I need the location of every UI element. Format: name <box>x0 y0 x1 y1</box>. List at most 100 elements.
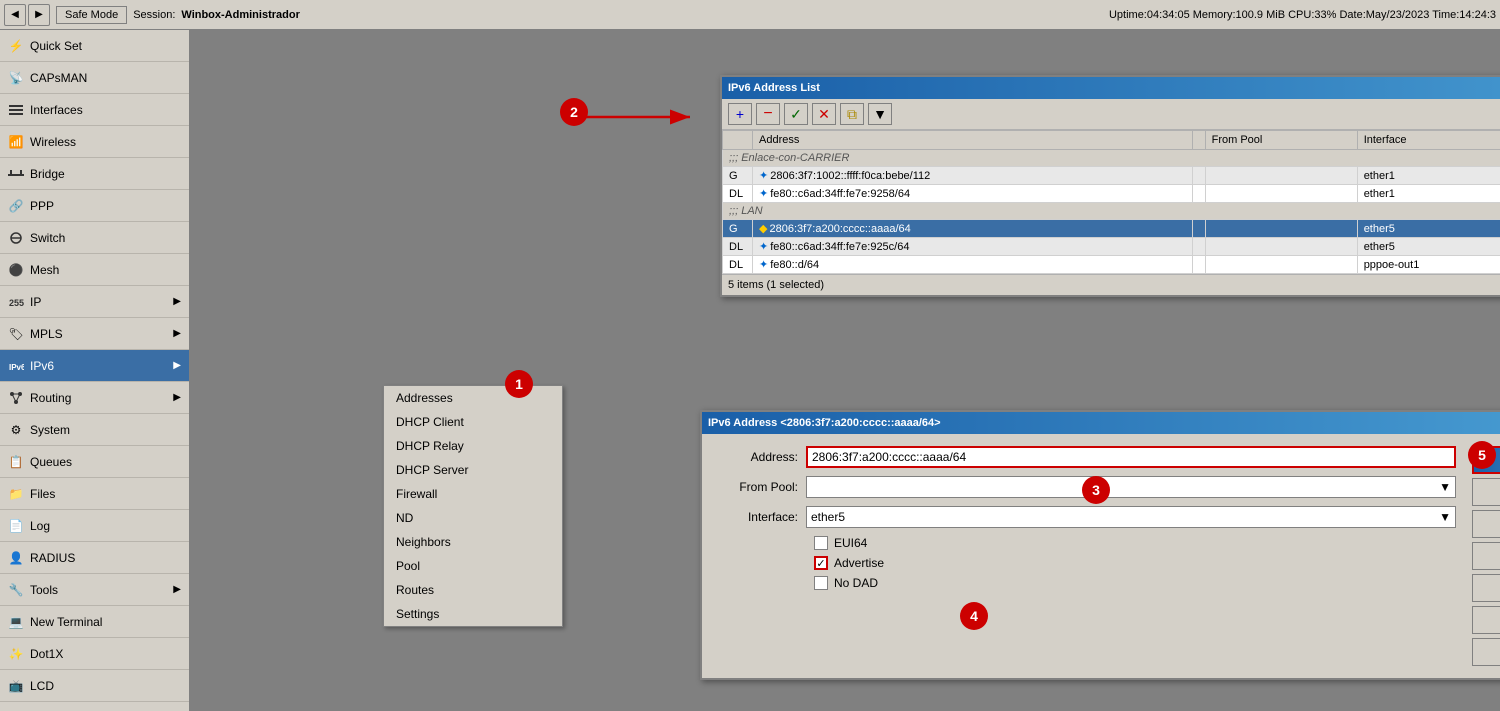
mpls-icon: 🏷 <box>8 326 24 342</box>
safe-mode-button[interactable]: Safe Mode <box>56 6 127 24</box>
ipv6-form-titlebar[interactable]: IPv6 Address <2806:3f7:a200:cccc::aaaa/6… <box>702 412 1500 434</box>
sidebar-item-quick-set[interactable]: ⚡ Quick Set <box>0 30 189 62</box>
from-pool-label: From Pool: <box>718 480 798 494</box>
enable-button[interactable]: ✓ <box>784 103 808 125</box>
sidebar-item-lcd[interactable]: 📺 LCD <box>0 670 189 702</box>
sidebar-label: RADIUS <box>30 551 181 565</box>
row-flag: G <box>723 167 753 185</box>
sidebar-item-bridge[interactable]: Bridge <box>0 158 189 190</box>
row-pool <box>1205 238 1357 256</box>
address-field[interactable] <box>806 446 1456 468</box>
disable-button[interactable]: ✕ <box>812 103 836 125</box>
col-sep1 <box>1192 131 1205 150</box>
menu-item-pool[interactable]: Pool <box>384 554 562 578</box>
filter-button[interactable]: ▼ <box>868 103 892 125</box>
no-dad-checkbox[interactable] <box>814 576 828 590</box>
sidebar-item-ipv6[interactable]: IPv6 IPv6 ▶ <box>0 350 189 382</box>
sidebar-item-queues[interactable]: 📋 Queues <box>0 446 189 478</box>
apply-button[interactable]: Apply <box>1472 510 1500 538</box>
row-sep <box>1192 167 1205 185</box>
table-row[interactable]: DL ✦fe80::c6ad:34ff:fe7e:925c/64 ether5 … <box>723 238 1500 256</box>
sidebar-label: Wireless <box>30 135 181 149</box>
table-row[interactable]: DL ✦fe80::c6ad:34ff:fe7e:9258/64 ether1 … <box>723 185 1500 203</box>
col-address[interactable]: Address <box>753 131 1193 150</box>
menu-item-routes[interactable]: Routes <box>384 578 562 602</box>
remove-button[interactable]: Remove <box>1472 638 1500 666</box>
system-icon: ⚙ <box>8 422 24 438</box>
ipv6-list-window: IPv6 Address List □ ✕ + − ✓ ✕ ⧉ ▼ ▼ <box>720 75 1500 297</box>
sidebar-item-radius[interactable]: 👤 RADIUS <box>0 542 189 574</box>
back-button[interactable]: ◀ <box>4 4 26 26</box>
address-label: Address: <box>718 450 798 464</box>
sidebar-item-new-terminal[interactable]: 💻 New Terminal <box>0 606 189 638</box>
row-sep <box>1192 220 1205 238</box>
sidebar-label: Interfaces <box>30 103 181 117</box>
menu-item-dhcp-server[interactable]: DHCP Server <box>384 458 562 482</box>
sidebar-item-wireless[interactable]: 📶 Wireless <box>0 126 189 158</box>
sidebar-item-interfaces[interactable]: Interfaces <box>0 94 189 126</box>
sidebar-item-mpls[interactable]: 🏷 MPLS ▶ <box>0 318 189 350</box>
badge-1: 1 <box>505 370 533 398</box>
routing-arrow: ▶ <box>173 392 181 403</box>
sidebar-item-dot1x[interactable]: ✨ Dot1X <box>0 638 189 670</box>
sidebar-item-log[interactable]: 📄 Log <box>0 510 189 542</box>
advertise-checkbox[interactable]: ✓ <box>814 556 828 570</box>
add-button[interactable]: + <box>728 103 752 125</box>
interface-select[interactable]: ether5 ▼ <box>806 506 1456 528</box>
menu-item-dhcp-client[interactable]: DHCP Client <box>384 410 562 434</box>
menu-item-neighbors[interactable]: Neighbors <box>384 530 562 554</box>
sidebar-item-mesh[interactable]: ⚫ Mesh <box>0 254 189 286</box>
menu-item-nd[interactable]: ND <box>384 506 562 530</box>
interface-value: ether5 <box>811 510 845 524</box>
table-row[interactable]: DL ✦fe80::d/64 pppoe-out1 no <box>723 256 1500 274</box>
sidebar-item-ip[interactable]: 255 IP ▶ <box>0 286 189 318</box>
badge-2: 2 <box>560 98 588 126</box>
sidebar-item-tools[interactable]: 🔧 Tools ▶ <box>0 574 189 606</box>
svg-text:IPv6: IPv6 <box>9 363 24 372</box>
table-row[interactable]: G ✦2806:3f7:1002::ffff:f0ca:bebe/112 eth… <box>723 167 1500 185</box>
ipv6-list-titlebar[interactable]: IPv6 Address List □ ✕ <box>722 77 1500 99</box>
interface-label: Interface: <box>718 510 798 524</box>
sidebar-item-capsman[interactable]: 📡 CAPsMAN <box>0 62 189 94</box>
form-body: Address: From Pool: ▼ Interface: <box>702 434 1500 678</box>
menu-item-firewall[interactable]: Firewall <box>384 482 562 506</box>
badge-4: 4 <box>960 602 988 630</box>
mesh-icon: ⚫ <box>8 262 24 278</box>
row-address: ✦fe80::c6ad:34ff:fe7e:925c/64 <box>753 238 1193 256</box>
copy-button[interactable]: Copy <box>1472 606 1500 634</box>
interface-dropdown-arrow: ▼ <box>1439 510 1451 524</box>
sidebar-item-files[interactable]: 📁 Files <box>0 478 189 510</box>
col-from-pool[interactable]: From Pool <box>1205 131 1357 150</box>
log-icon: 📄 <box>8 518 24 534</box>
sidebar-label: IPv6 <box>30 359 167 373</box>
ip-icon: 255 <box>8 294 24 310</box>
copy-toolbar-button[interactable]: ⧉ <box>840 103 864 125</box>
col-interface[interactable]: Interface <box>1357 131 1500 150</box>
sidebar-label: IP <box>30 295 167 309</box>
sidebar-label: Queues <box>30 455 181 469</box>
eui64-checkbox[interactable] <box>814 536 828 550</box>
cancel-button[interactable]: Cancel <box>1472 478 1500 506</box>
menu-item-addresses[interactable]: Addresses <box>384 386 562 410</box>
sidebar-item-ppp[interactable]: 🔗 PPP <box>0 190 189 222</box>
menu-item-settings[interactable]: Settings <box>384 602 562 626</box>
sidebar-item-system[interactable]: ⚙ System <box>0 414 189 446</box>
sidebar-label: PPP <box>30 199 181 213</box>
row-address: ✦2806:3f7:1002::ffff:f0ca:bebe/112 <box>753 167 1193 185</box>
sidebar: ⚡ Quick Set 📡 CAPsMAN Interfaces 📶 Wirel… <box>0 30 190 711</box>
sidebar-item-routing[interactable]: Routing ▶ <box>0 382 189 414</box>
remove-button[interactable]: − <box>756 103 780 125</box>
status-bar: Uptime:04:34:05 Memory:100.9 MiB CPU:33%… <box>1109 9 1496 21</box>
menu-item-dhcp-relay[interactable]: DHCP Relay <box>384 434 562 458</box>
forward-button[interactable]: ▶ <box>28 4 50 26</box>
tools-arrow: ▶ <box>173 584 181 595</box>
address-row: Address: <box>718 446 1456 468</box>
row-sep <box>1192 238 1205 256</box>
session-label: Session: <box>133 9 175 21</box>
sidebar-label: Routing <box>30 391 167 405</box>
from-pool-select[interactable]: ▼ <box>806 476 1456 498</box>
disable-button[interactable]: Disable <box>1472 542 1500 570</box>
sidebar-item-switch[interactable]: Switch <box>0 222 189 254</box>
table-row-selected[interactable]: G ◆2806:3f7:a200:cccc::aaaa/64 ether5 ye… <box>723 220 1500 238</box>
comment-button[interactable]: Comment <box>1472 574 1500 602</box>
